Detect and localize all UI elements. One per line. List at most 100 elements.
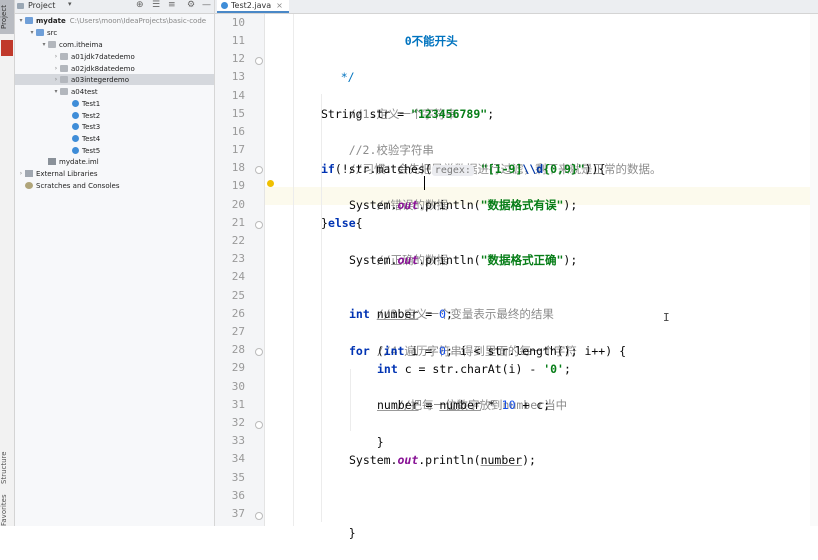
package-icon: [60, 65, 68, 72]
tree-item-test5[interactable]: Test5: [72, 145, 100, 156]
char-literal: '0': [543, 362, 564, 376]
close-icon[interactable]: ×: [276, 1, 283, 10]
chevron-down-icon[interactable]: ▾: [52, 88, 60, 95]
tree-item-test4[interactable]: Test4: [72, 133, 100, 144]
package-icon: [60, 76, 68, 83]
tree-item-test2[interactable]: Test2: [72, 110, 100, 121]
fold-marker-icon[interactable]: [255, 166, 263, 174]
variable: number: [439, 398, 481, 412]
code-line-12: */: [313, 50, 355, 84]
class-icon: [72, 135, 79, 142]
minimize-icon[interactable]: —: [202, 0, 211, 10]
scratches-icon: [25, 182, 33, 189]
tab-test2-java[interactable]: Test2.java ×: [217, 0, 289, 13]
chevron-right-icon[interactable]: ›: [52, 65, 60, 72]
tree-item-external-libraries[interactable]: › External Libraries: [17, 168, 98, 179]
code-token: c = str.charAt(i) -: [397, 362, 544, 376]
code-line-15: String str = "123456789";: [321, 105, 494, 123]
editor-gutter: 10 11 12 13 14 15 16 17 18 19 20 21 22 2…: [215, 14, 264, 526]
tree-item-a01jdk7datedemo[interactable]: › a01jdk7datedemo: [52, 51, 135, 62]
chevron-down-icon[interactable]: ▾: [28, 29, 36, 36]
code-token: =: [418, 398, 440, 412]
line-number: 31: [231, 398, 245, 411]
indent-guide: [293, 14, 294, 526]
line-number: 33: [231, 434, 245, 447]
fold-marker-icon[interactable]: [255, 421, 263, 429]
locate-icon[interactable]: ⊕: [136, 0, 144, 10]
tree-item-com-itheima[interactable]: ▾ com.itheima: [40, 39, 103, 50]
expand-all-icon[interactable]: ☰: [152, 0, 160, 10]
line-number: 10: [231, 16, 245, 29]
gear-icon[interactable]: ⚙: [187, 0, 195, 10]
tree-item-scratches[interactable]: Scratches and Consoles: [25, 180, 120, 191]
code-token: + c;: [515, 398, 551, 412]
code-token: i =: [404, 344, 440, 358]
chevron-right-icon[interactable]: ›: [52, 53, 60, 60]
project-tool-tab[interactable]: Project: [0, 0, 14, 34]
structure-tool-tab[interactable]: Structure: [0, 448, 14, 488]
tree-item-label: a02jdk8datedemo: [71, 64, 135, 73]
tree-item-src[interactable]: ▾ src: [28, 27, 57, 38]
tree-item-a04test[interactable]: ▾ a04test: [52, 86, 98, 97]
tree-item-label: External Libraries: [36, 169, 98, 178]
fold-marker-icon[interactable]: [255, 221, 263, 229]
package-icon: [60, 88, 68, 95]
code-token: =: [418, 307, 440, 321]
code-token: )){: [584, 162, 606, 176]
code-line-37: }: [321, 506, 356, 540]
doc-comment-end: */: [340, 70, 355, 84]
project-panel: Project ▾ ⊕ ☰ ≡ ⚙ — ▾ mydate C:\Users\mo…: [15, 0, 215, 526]
code-token: String str =: [321, 107, 412, 121]
class-icon: [72, 147, 79, 154]
tree-item-label: a01jdk7datedemo: [71, 52, 135, 61]
code-line-10: 0不能开头: [377, 14, 458, 48]
escape-sequence: \\d: [522, 162, 544, 176]
module-folder-icon: [25, 17, 33, 24]
code-token: ;: [445, 307, 453, 321]
tree-item-mydate[interactable]: ▾ mydate C:\Users\moon\IdeaProjects\basi…: [17, 15, 206, 26]
library-icon: [25, 170, 33, 177]
chevron-right-icon[interactable]: ›: [52, 76, 60, 83]
code-token: ;: [487, 107, 495, 121]
collapse-all-icon[interactable]: ≡: [168, 0, 176, 10]
project-icon: [17, 3, 24, 9]
text-caret: [424, 176, 425, 190]
tree-item-label: a04test: [71, 87, 98, 96]
chevron-right-icon[interactable]: ›: [17, 170, 25, 177]
line-number: 30: [231, 380, 245, 393]
tree-item-a02jdk8datedemo[interactable]: › a02jdk8datedemo: [52, 63, 135, 74]
tree-item-test3[interactable]: Test3: [72, 121, 100, 132]
variable: number: [376, 307, 419, 321]
line-number: 37: [231, 507, 245, 520]
fold-marker-icon[interactable]: [255, 57, 263, 65]
tree-item-label: Scratches and Consoles: [36, 181, 120, 190]
favorites-tool-tab[interactable]: Favorites: [0, 494, 14, 526]
tree-item-label: Test5: [82, 146, 101, 155]
fold-marker-icon[interactable]: [255, 348, 263, 356]
chevron-down-icon[interactable]: ▾: [40, 41, 48, 48]
code-token: System.: [349, 453, 398, 467]
code-line-19: //错误的数据: [349, 178, 448, 212]
chevron-down-icon[interactable]: ▾: [68, 0, 72, 8]
code-token: *: [480, 398, 502, 412]
tree-item-a03integerdemo[interactable]: › a03integerdemo: [52, 74, 129, 85]
tree-item-mydate-iml[interactable]: mydate.iml: [48, 156, 99, 167]
tree-item-test1[interactable]: Test1: [72, 98, 100, 109]
vertical-scrollbar[interactable]: [810, 14, 818, 526]
code-token: ; i < str.length(); i++) {: [445, 344, 626, 358]
project-panel-title[interactable]: Project: [28, 1, 55, 10]
code-line-26: int number = 0;: [349, 305, 453, 323]
editor-tab-bar: Test2.java ×: [215, 0, 818, 14]
line-number: 21: [231, 216, 245, 229]
line-number: 24: [231, 270, 245, 283]
fold-marker-icon[interactable]: [255, 512, 263, 520]
keyword: int: [349, 307, 370, 321]
tree-item-label: com.itheima: [59, 40, 103, 49]
code-token: }: [321, 216, 328, 230]
code-editor[interactable]: 0不能开头 */ //1.定义一个字符串 String str = "12345…: [265, 14, 818, 540]
chevron-down-icon[interactable]: ▾: [17, 17, 25, 24]
mouse-ibeam-cursor-icon: I: [663, 311, 670, 324]
code-token: System.: [349, 198, 398, 212]
static-field: out: [397, 253, 419, 267]
class-icon: [72, 112, 79, 119]
